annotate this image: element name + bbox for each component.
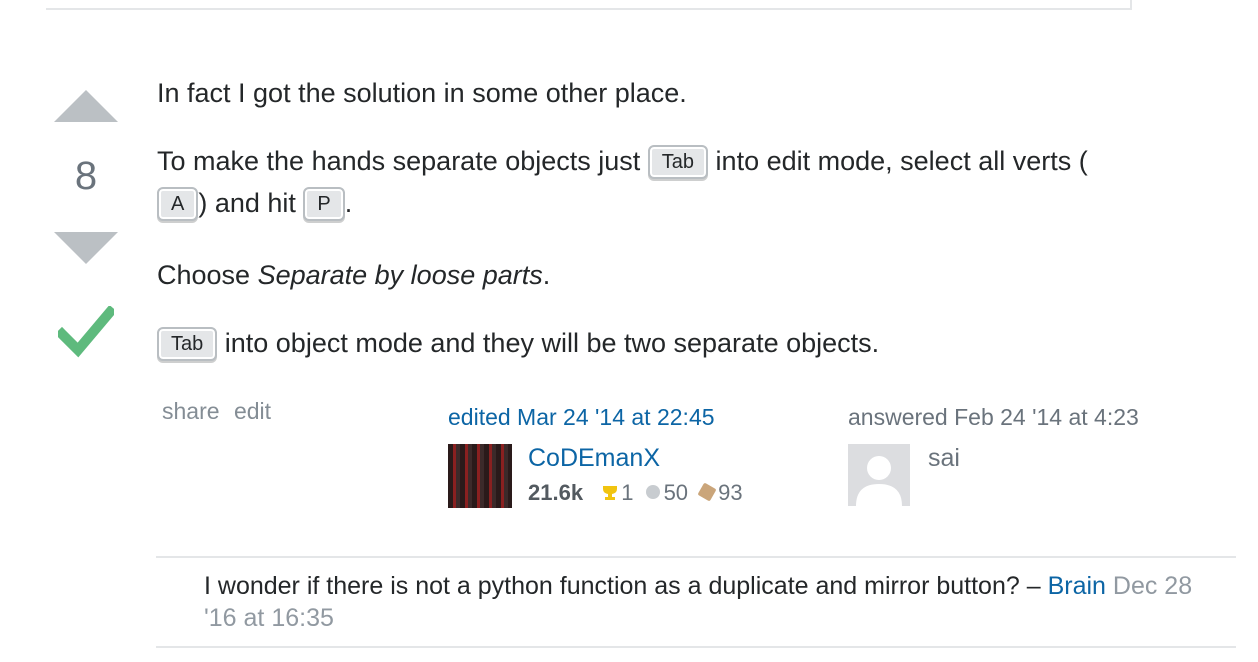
kbd-p: P [303, 187, 345, 221]
default-avatar-icon[interactable] [848, 444, 910, 506]
text: into edit mode, select all verts ( [708, 146, 1088, 176]
kbd-tab: Tab [647, 145, 709, 179]
answer-post: 8 In fact I got the solution in some oth… [0, 0, 1258, 662]
text: To make the hands separate objects just [157, 146, 648, 176]
kbd-tab-2: Tab [157, 327, 218, 361]
edited-timestamp-link[interactable]: edited Mar 24 '14 at 22:45 [448, 404, 808, 431]
gold-badge-count: 1 [621, 480, 634, 505]
author-name: sai [928, 444, 960, 472]
comment-user-link[interactable]: Brain [1048, 572, 1106, 600]
reputation-score: 21.6k [528, 480, 584, 505]
author-signature: answered Feb 24 '14 at 4:23 sai [848, 404, 1228, 506]
vote-down-arrow-icon[interactable] [54, 232, 118, 264]
paragraph-1: In fact I got the solution in some other… [157, 78, 687, 108]
paragraph-3: Choose Separate by loose parts. [157, 254, 550, 296]
editor-avatar[interactable] [448, 444, 512, 508]
gold-badge: 1 [601, 480, 633, 506]
vote-count: 8 [74, 154, 98, 198]
text: into object mode and they will be two se… [217, 328, 880, 358]
bronze-badge-icon [697, 482, 717, 502]
gold-trophy-icon [603, 486, 618, 500]
answered-timestamp: answered Feb 24 '14 at 4:23 [848, 404, 1139, 430]
editor-signature: edited Mar 24 '14 at 22:45 CoDEmanX 21.6… [448, 404, 808, 508]
editor-stats: 21.6k 1 50 93 [528, 480, 743, 506]
silver-badge: 50 [645, 480, 689, 506]
editor-name-link[interactable]: CoDEmanX [528, 444, 660, 473]
emphasis-text: Separate by loose parts [257, 260, 543, 290]
edit-link[interactable]: edit [234, 398, 271, 424]
text: ) and hit [198, 188, 304, 218]
text: Choose [157, 260, 258, 290]
silver-badge-icon [645, 485, 660, 499]
text: . [542, 260, 551, 290]
comments-section: I wonder if there is not a python functi… [156, 556, 1236, 648]
bronze-badge-count: 93 [718, 480, 743, 505]
accepted-checkmark-icon [58, 306, 114, 358]
text: . [344, 188, 353, 218]
share-link[interactable]: share [162, 398, 220, 424]
paragraph-4: Tab into object mode and they will be tw… [157, 322, 879, 364]
paragraph-2: To make the hands separate objects just … [157, 140, 1217, 224]
top-divider [46, 0, 1132, 10]
comment-body: I wonder if there is not a python functi… [204, 572, 1048, 600]
post-menu: share edit [162, 398, 279, 425]
person-silhouette-icon [848, 444, 910, 506]
kbd-a: A [157, 187, 199, 221]
comment: I wonder if there is not a python functi… [204, 570, 1214, 634]
silver-badge-count: 50 [663, 480, 689, 505]
bronze-badge: 93 [697, 480, 743, 506]
vote-up-arrow-icon[interactable] [54, 90, 118, 122]
